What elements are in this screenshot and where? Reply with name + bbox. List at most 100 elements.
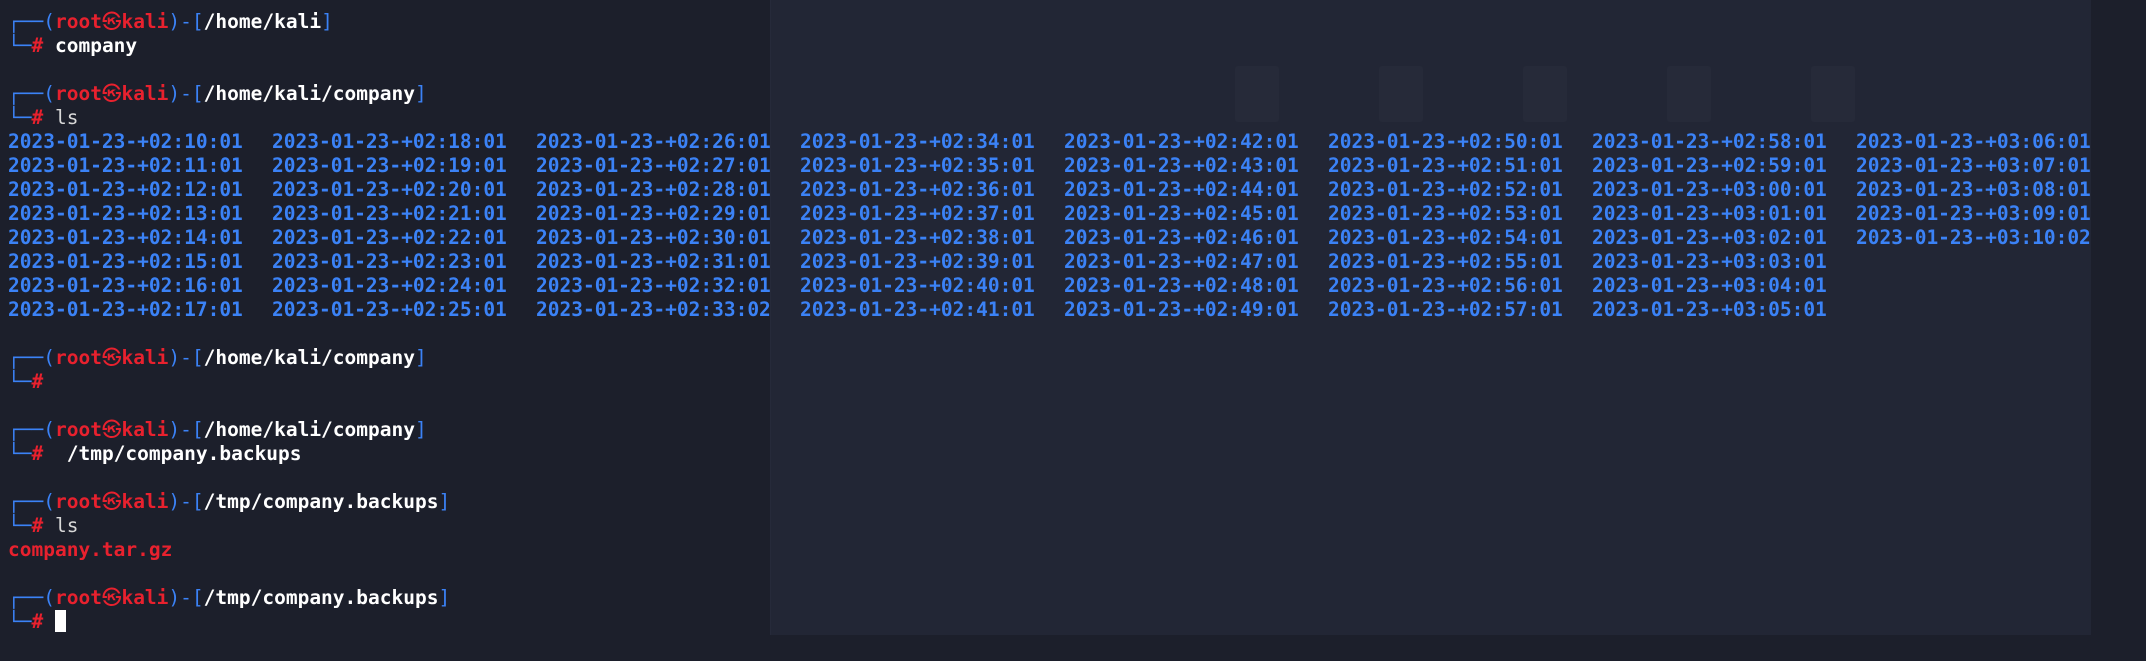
ls-output-archive: company.tar.gz <box>8 538 173 561</box>
text-cursor[interactable] <box>54 610 66 632</box>
directory-entry: 2023-01-23-+02:18:01 <box>272 130 507 153</box>
directory-entry: 2023-01-23-+02:44:01 <box>1064 178 1299 201</box>
directory-entry: 2023-01-23-+03:00:01 <box>1592 178 1827 201</box>
directory-entry: 2023-01-23-+02:54:01 <box>1328 226 1563 249</box>
prompt-at-icon: ㉿ <box>101 82 122 105</box>
prompt-input-line: └─# company <box>8 34 138 57</box>
directory-entry: 2023-01-23-+02:14:01 <box>8 226 243 249</box>
prompt-header: ┌──(root㉿kali)-[/home/kali] <box>8 10 333 33</box>
directory-entry: 2023-01-23-+02:42:01 <box>1064 130 1299 153</box>
directory-entry: 2023-01-23-+02:37:01 <box>800 202 1035 225</box>
directory-entry: 2023-01-23-+02:15:01 <box>8 250 243 273</box>
prompt-input-line[interactable]: └─# <box>8 610 66 634</box>
directory-entry: 2023-01-23-+02:17:01 <box>8 298 243 321</box>
directory-entry: 2023-01-23-+02:24:01 <box>272 274 507 297</box>
directory-entry: 2023-01-23-+02:45:01 <box>1064 202 1299 225</box>
directory-entry: 2023-01-23-+03:06:01 <box>1856 130 2091 153</box>
prompt-symbol: # <box>31 370 44 393</box>
prompt-user: root <box>54 586 102 609</box>
directory-entry: 2023-01-23-+02:40:01 <box>800 274 1035 297</box>
directory-entry: 2023-01-23-+03:10:02 <box>1856 226 2091 249</box>
prompt-header: ┌──(root㉿kali)-[/home/kali/company] <box>8 346 427 369</box>
directory-entry: 2023-01-23-+02:20:01 <box>272 178 507 201</box>
directory-entry: 2023-01-23-+02:11:01 <box>8 154 243 177</box>
directory-entry: 2023-01-23-+03:02:01 <box>1592 226 1827 249</box>
directory-entry: 2023-01-23-+02:27:01 <box>536 154 771 177</box>
directory-entry: 2023-01-23-+02:10:01 <box>8 130 243 153</box>
directory-entry: 2023-01-23-+02:49:01 <box>1064 298 1299 321</box>
prompt-at-icon: ㉿ <box>101 418 122 441</box>
directory-entry: 2023-01-23-+02:32:01 <box>536 274 771 297</box>
directory-entry: 2023-01-23-+02:52:01 <box>1328 178 1563 201</box>
prompt-input-line: └─# <box>8 370 44 393</box>
directory-entry: 2023-01-23-+03:08:01 <box>1856 178 2091 201</box>
prompt-path: /home/kali/company <box>203 346 415 369</box>
directory-entry: 2023-01-23-+02:41:01 <box>800 298 1035 321</box>
directory-entry: 2023-01-23-+02:25:01 <box>272 298 507 321</box>
directory-entry: 2023-01-23-+02:16:01 <box>8 274 243 297</box>
prompt-host: kali <box>121 490 169 513</box>
directory-entry: 2023-01-23-+02:21:01 <box>272 202 507 225</box>
prompt-symbol: # <box>31 34 44 57</box>
prompt-input-line: └─# ls <box>8 106 79 129</box>
prompt-path: /home/kali <box>203 10 322 33</box>
prompt-input-line: └─# /tmp/company.backups <box>8 442 302 465</box>
directory-entry: 2023-01-23-+02:22:01 <box>272 226 507 249</box>
directory-entry: 2023-01-23-+02:35:01 <box>800 154 1035 177</box>
prompt-header: ┌──(root㉿kali)-[/home/kali/company] <box>8 418 427 441</box>
prompt-host: kali <box>121 10 169 33</box>
directory-entry: 2023-01-23-+02:12:01 <box>8 178 243 201</box>
directory-entry: 2023-01-23-+02:57:01 <box>1328 298 1563 321</box>
directory-entry: 2023-01-23-+02:36:01 <box>800 178 1035 201</box>
directory-entry: 2023-01-23-+03:07:01 <box>1856 154 2091 177</box>
prompt-header: ┌──(root㉿kali)-[/tmp/company.backups] <box>8 490 451 513</box>
directory-entry: 2023-01-23-+02:48:01 <box>1064 274 1299 297</box>
prompt-user: root <box>54 346 102 369</box>
prompt-at-icon: ㉿ <box>101 10 122 33</box>
directory-entry: 2023-01-23-+02:59:01 <box>1592 154 1827 177</box>
prompt-user: root <box>54 10 102 33</box>
prompt-symbol: # <box>31 610 44 633</box>
directory-entry: 2023-01-23-+02:13:01 <box>8 202 243 225</box>
directory-entry: 2023-01-23-+02:50:01 <box>1328 130 1563 153</box>
directory-entry: 2023-01-23-+02:33:02 <box>536 298 771 321</box>
directory-entry: 2023-01-23-+02:29:01 <box>536 202 771 225</box>
prompt-header: ┌──(root㉿kali)-[/home/kali/company] <box>8 82 427 105</box>
prompt-host: kali <box>121 418 169 441</box>
prompt-input-line: └─# ls <box>8 514 79 537</box>
terminal-window[interactable]: ┌──(root㉿kali)-[/home/kali] └─# company … <box>0 0 2146 661</box>
directory-entry: 2023-01-23-+02:55:01 <box>1328 250 1563 273</box>
prompt-host: kali <box>121 586 169 609</box>
prompt-symbol: # <box>31 442 44 465</box>
command-text: ls <box>54 514 79 537</box>
prompt-symbol: # <box>31 106 44 129</box>
directory-entry: 2023-01-23-+02:43:01 <box>1064 154 1299 177</box>
prompt-header: ┌──(root㉿kali)-[/tmp/company.backups] <box>8 586 451 609</box>
prompt-at-icon: ㉿ <box>101 586 122 609</box>
prompt-path: /home/kali/company <box>203 418 415 441</box>
directory-entry: 2023-01-23-+02:34:01 <box>800 130 1035 153</box>
prompt-at-icon: ㉿ <box>101 490 122 513</box>
directory-entry: 2023-01-23-+02:47:01 <box>1064 250 1299 273</box>
directory-entry: 2023-01-23-+02:31:01 <box>536 250 771 273</box>
ls-output-directories: 2023-01-23-+02:10:01 2023-01-23-+02:11:01… <box>8 130 2120 322</box>
prompt-at-icon: ㉿ <box>101 346 122 369</box>
directory-entry: 2023-01-23-+02:58:01 <box>1592 130 1827 153</box>
prompt-host: kali <box>121 346 169 369</box>
command-text: company <box>54 34 138 57</box>
directory-entry: 2023-01-23-+03:01:01 <box>1592 202 1827 225</box>
prompt-user: root <box>54 418 102 441</box>
directory-entry: 2023-01-23-+02:56:01 <box>1328 274 1563 297</box>
prompt-user: root <box>54 490 102 513</box>
directory-entry: 2023-01-23-+02:53:01 <box>1328 202 1563 225</box>
directory-entry: 2023-01-23-+02:23:01 <box>272 250 507 273</box>
directory-entry: 2023-01-23-+02:51:01 <box>1328 154 1563 177</box>
directory-entry: 2023-01-23-+02:19:01 <box>272 154 507 177</box>
directory-entry: 2023-01-23-+02:26:01 <box>536 130 771 153</box>
directory-entry: 2023-01-23-+03:04:01 <box>1592 274 1827 297</box>
prompt-symbol: # <box>31 514 44 537</box>
directory-entry: 2023-01-23-+03:03:01 <box>1592 250 1827 273</box>
command-text: /tmp/company.backups <box>54 442 302 465</box>
prompt-user: root <box>54 82 102 105</box>
prompt-path: /home/kali/company <box>203 82 415 105</box>
